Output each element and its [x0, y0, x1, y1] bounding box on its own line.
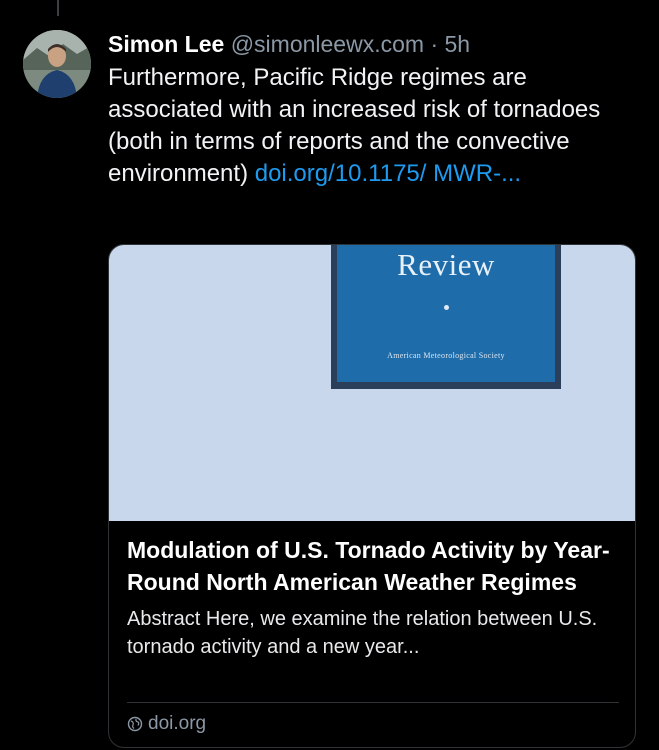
header-separator: ·: [430, 31, 439, 57]
link-preview-domain: doi.org: [127, 711, 206, 737]
avatar-photo: [23, 30, 91, 98]
link-preview-divider: [127, 702, 619, 703]
post: Simon Lee @simonleewx.com · 5h Furthermo…: [108, 28, 638, 190]
avatar[interactable]: [23, 30, 91, 98]
journal-cover-face: Review American Meteorological Society: [337, 245, 555, 382]
link-preview-card[interactable]: Review American Meteorological Society M…: [108, 244, 636, 748]
author-name[interactable]: Simon Lee: [108, 31, 224, 57]
journal-cover-title: Review: [397, 247, 495, 282]
journal-cover-dot: [444, 305, 449, 310]
globe-icon: [127, 716, 143, 732]
thread-connector-line: [57, 0, 59, 16]
link-preview-image: Review American Meteorological Society: [109, 245, 635, 521]
post-link[interactable]: doi.org/10.1175/ MWR-...: [255, 160, 521, 187]
post-text: Furthermore, Pacific Ridge regimes are a…: [108, 62, 638, 190]
link-preview-description: Abstract Here, we examine the relation b…: [127, 608, 598, 658]
link-preview-body: Modulation of U.S. Tornado Activity by Y…: [127, 534, 622, 661]
post-timestamp[interactable]: 5h: [445, 31, 471, 57]
post-header: Simon Lee @simonleewx.com · 5h: [108, 28, 638, 60]
author-handle[interactable]: @simonleewx.com: [231, 31, 424, 57]
link-preview-title: Modulation of U.S. Tornado Activity by Y…: [127, 537, 610, 595]
journal-cover: Review American Meteorological Society: [331, 245, 561, 389]
link-preview-domain-text: doi.org: [148, 713, 207, 734]
journal-cover-subtitle: American Meteorological Society: [387, 351, 505, 360]
